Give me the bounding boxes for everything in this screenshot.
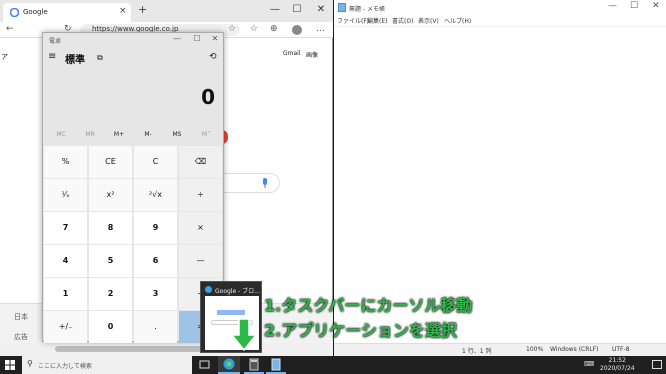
percent-key[interactable]: % (44, 146, 87, 178)
new-tab-icon[interactable]: + (138, 3, 147, 16)
menu-file[interactable]: ファイル(F) (337, 16, 369, 25)
favorite-icon[interactable]: ☆ (228, 24, 236, 34)
annotation-step1: 1.タスクバーにカーソル移動 (264, 296, 473, 315)
collections-icon[interactable]: ☆ (250, 24, 258, 34)
taskbar-search-box[interactable]: ⚲ ここに入力して検索 (22, 356, 192, 374)
calculator-display: 0 (201, 85, 215, 109)
nine-key[interactable]: 9 (134, 212, 177, 244)
status-position: 1 行、1 列 (462, 348, 492, 355)
square-key[interactable]: x² (89, 179, 132, 211)
menu-format[interactable]: 書式(O) (392, 16, 413, 25)
images-link[interactable]: 画像 (306, 50, 318, 59)
calc-maximize-button[interactable]: ☐ (191, 34, 203, 44)
task-view-icon[interactable] (196, 358, 214, 372)
edge-small-icon (205, 286, 212, 293)
np-close-button[interactable]: ✕ (652, 1, 660, 11)
keep-on-top-icon[interactable]: ⧉ (97, 53, 103, 63)
annotation-step2: 2.アプリケーションを選択 (264, 321, 457, 340)
notepad-taskbar-icon[interactable] (266, 356, 286, 374)
notepad-statusbar: 1 行、1 列 100% Windows (CRLF) UTF-8 (334, 343, 666, 356)
ime-indicator-icon[interactable]: ⌨ (584, 360, 594, 368)
tab-close-icon[interactable]: × (119, 6, 127, 16)
minimize-button[interactable]: — (268, 3, 282, 17)
left-cut-text: ア (1, 53, 8, 61)
edge-taskbar-icon[interactable] (218, 356, 240, 374)
browser-tab-strip: Google × + — ☐ ✕ (0, 0, 333, 22)
status-zoom: 100% (526, 346, 544, 353)
calculator-window: 電卓 — ☐ ✕ ≡ 標準 ⧉ ⟲ 0 MC MR M+ M- MS M˅ % C… (42, 32, 224, 343)
eight-key[interactable]: 8 (89, 212, 132, 244)
five-key[interactable]: 5 (89, 245, 132, 277)
backspace-key[interactable]: ⌫ (179, 146, 222, 178)
zero-key[interactable]: 0 (89, 311, 132, 343)
six-key[interactable]: 6 (134, 245, 177, 277)
maximize-button[interactable]: ☐ (290, 3, 304, 17)
notification-icon[interactable] (652, 360, 662, 369)
back-icon[interactable]: ← (6, 24, 14, 34)
browser-tab-title: Google (23, 8, 48, 16)
reciprocal-key[interactable]: ¹⁄ₓ (44, 179, 87, 211)
search-icon: ⚲ (27, 359, 33, 368)
clock-date: 2020/07/24 (600, 365, 635, 372)
taskbar-clock[interactable]: 21:52 2020/07/24 (600, 357, 635, 373)
menu-help[interactable]: ヘルプ(H) (444, 16, 471, 25)
notepad-titlebar: 無題 - メモ帳 — ☐ ✕ (334, 0, 666, 15)
one-key[interactable]: 1 (44, 278, 87, 310)
two-key[interactable]: 2 (89, 278, 132, 310)
square-root-key[interactable]: ²√x (134, 179, 177, 211)
windows-start-icon[interactable] (5, 360, 15, 370)
footer-country: 日本 (14, 313, 28, 321)
calc-close-button[interactable]: ✕ (209, 34, 221, 44)
memory-list-button[interactable]: M˅ (188, 131, 224, 138)
history-icon[interactable]: ⟲ (209, 52, 217, 62)
profile-avatar[interactable] (292, 25, 302, 35)
subtract-key[interactable]: — (179, 245, 222, 277)
np-maximize-button[interactable]: ☐ (630, 1, 638, 11)
np-minimize-button[interactable]: — (608, 1, 617, 11)
calculator-keypad: %CEC⌫¹⁄ₓx²²√x÷789×456—123++/₋0.= (44, 146, 224, 343)
taskbar: ⚲ ここに入力して検索 ⌨ 21:52 2020/07/24 (0, 356, 666, 374)
divide-key[interactable]: ÷ (179, 179, 222, 211)
calculator-title: 電卓 (49, 38, 62, 45)
search-box-fragment[interactable] (222, 173, 280, 193)
clock-time: 21:52 (608, 357, 626, 364)
decimal-key[interactable]: . (134, 311, 177, 343)
extensions-icon[interactable]: ⊕ (270, 24, 278, 34)
mic-icon[interactable] (262, 178, 268, 189)
down-arrow-icon (231, 318, 257, 352)
four-key[interactable]: 4 (44, 245, 87, 277)
hamburger-menu-icon[interactable]: ≡ (48, 51, 56, 62)
clear-entry-key[interactable]: CE (89, 146, 132, 178)
calc-minimize-button[interactable]: — (171, 34, 183, 44)
notepad-app-icon (338, 3, 346, 12)
notepad-menubar: ファイル(F) 編集(E) 書式(O) 表示(V) ヘルプ(H) (334, 15, 666, 27)
clear-key[interactable]: C (134, 146, 177, 178)
menu-view[interactable]: 表示(V) (418, 16, 439, 25)
footer-ads-link[interactable]: 広告 (14, 332, 28, 342)
status-encoding: UTF-8 (612, 346, 630, 353)
preview-logo (217, 310, 245, 315)
three-key[interactable]: 3 (134, 278, 177, 310)
calculator-mode: 標準 (65, 55, 85, 66)
horizontal-scrollbar[interactable] (0, 343, 333, 356)
search-placeholder: ここに入力して検索 (38, 363, 92, 370)
multiply-key[interactable]: × (179, 212, 222, 244)
seven-key[interactable]: 7 (44, 212, 87, 244)
gmail-link[interactable]: Gmail (283, 50, 301, 57)
close-button[interactable]: ✕ (314, 3, 328, 17)
thumbnail-title: Google - ブロ... (215, 288, 260, 295)
menu-edit[interactable]: 編集(E) (367, 16, 387, 25)
negate-key[interactable]: +/₋ (44, 311, 87, 343)
google-favicon-icon (10, 8, 19, 17)
status-eol: Windows (CRLF) (550, 346, 599, 353)
browser-tab[interactable]: Google × (3, 3, 131, 22)
menu-more-icon[interactable]: … (316, 24, 325, 34)
calculator-taskbar-icon[interactable] (244, 356, 264, 374)
notepad-title: 無題 - メモ帳 (349, 6, 385, 13)
